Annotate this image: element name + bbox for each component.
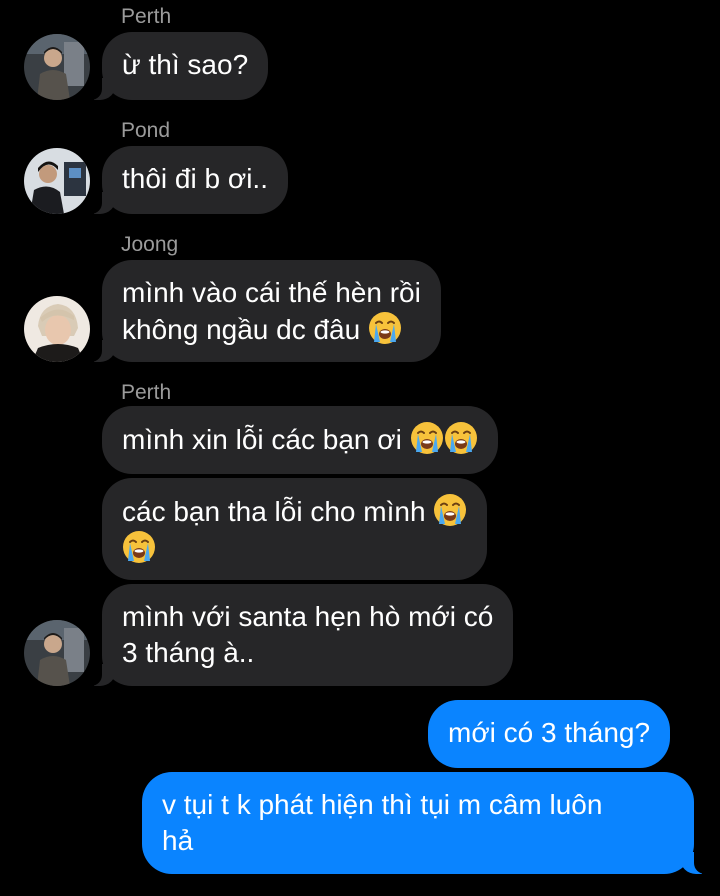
message-text: mình xin lỗi các bạn ơi — [122, 424, 402, 455]
avatar-pond[interactable] — [24, 148, 90, 214]
avatar-perth[interactable] — [24, 34, 90, 100]
avatar-photo-icon — [24, 148, 90, 214]
sender-name-perth: Perth — [121, 5, 172, 28]
message-text: ừ thì sao? — [122, 49, 249, 80]
loudly-crying-face-icon — [433, 493, 467, 527]
message-text: 3 tháng à.. — [122, 637, 255, 668]
avatar-photo-icon — [24, 620, 90, 686]
message-text: mình vào cái thế hèn rồi — [122, 277, 421, 308]
message-bubble[interactable]: mình với santa hẹn hò mới có 3 tháng à.. — [87, 584, 514, 686]
sender-name-pond: Pond — [121, 119, 171, 142]
message-text: v tụi t k phát hiện thì tụi m câm luôn — [162, 789, 603, 820]
message-bubble[interactable]: thôi đi b ơi.. — [88, 146, 288, 214]
message-bubble[interactable]: mình xin lỗi các bạn ơi — [102, 406, 498, 474]
message-bubble[interactable]: ừ thì sao? — [87, 32, 269, 100]
loudly-crying-face-icon — [410, 421, 444, 455]
avatar-joong[interactable] — [24, 296, 90, 362]
message-text: mình với santa hẹn hò mới có — [122, 601, 494, 632]
sender-name-joong: Joong — [121, 233, 179, 256]
message-text: mới có 3 tháng? — [448, 717, 651, 748]
avatar-perth[interactable] — [24, 620, 90, 686]
message-text: hả — [162, 825, 194, 856]
message-bubble[interactable]: mình vào cái thế hèn rồi không ngầu dc đ… — [88, 260, 441, 362]
avatar-photo-icon — [24, 34, 90, 100]
message-text: không ngầu dc đâu — [122, 314, 361, 345]
sender-name-perth: Perth — [121, 381, 172, 404]
outgoing-message-bubble[interactable]: v tụi t k phát hiện thì tụi m câm luôn h… — [142, 772, 708, 874]
message-bubble[interactable]: các bạn tha lỗi cho mình — [102, 478, 488, 580]
loudly-crying-face-icon — [444, 421, 478, 455]
loudly-crying-face-icon — [368, 311, 402, 345]
loudly-crying-face-icon — [122, 530, 156, 564]
avatar-photo-icon — [24, 296, 90, 362]
outgoing-message-bubble[interactable]: mới có 3 tháng? — [428, 700, 671, 768]
message-text: thôi đi b ơi.. — [122, 163, 268, 194]
message-text: các bạn tha lỗi cho mình — [122, 496, 426, 527]
